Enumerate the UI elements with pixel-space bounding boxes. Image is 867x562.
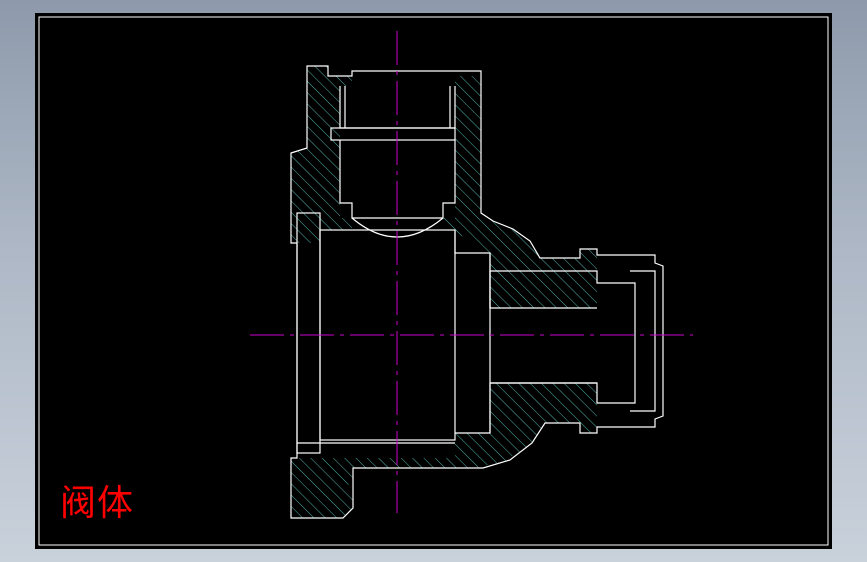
valve-body-section-drawing	[38, 16, 829, 546]
hatch-upper-right-wall	[443, 76, 597, 308]
outlet-wall-lines	[490, 307, 597, 384]
hatch-outlet-lower-wall	[455, 383, 597, 468]
upper-groove	[330, 127, 456, 141]
hatch-upper-left-wall	[291, 66, 352, 243]
main-bore-left-step	[296, 212, 321, 454]
cad-viewport[interactable]: 阀体	[35, 13, 832, 549]
section-hatching	[291, 66, 597, 518]
outlet-counterbore	[630, 270, 656, 412]
hatch-bottom-flange	[291, 458, 455, 518]
right-chamber	[454, 230, 491, 434]
drawing-title: 阀体	[60, 483, 135, 524]
